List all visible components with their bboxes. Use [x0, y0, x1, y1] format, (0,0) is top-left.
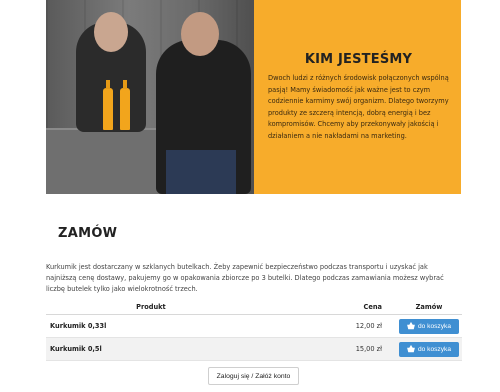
header-price: Cena — [255, 300, 396, 315]
login-register-button[interactable]: Zaloguj się / Załóż konto — [208, 367, 299, 385]
table-header-row: Produkt Cena Zamów — [46, 300, 462, 315]
product-price: 15,00 zł — [255, 337, 396, 361]
bottle-image — [103, 80, 113, 130]
order-description: Kurkumik jest dostarczany w szklanych bu… — [46, 263, 444, 293]
add-to-cart-label: do koszyka — [418, 322, 451, 330]
about-title: KIM JESTEŚMY — [304, 52, 413, 67]
page: KIM JESTEŚMY Dwoch ludzi z różnych środo… — [0, 0, 500, 392]
add-to-cart-label: do koszyka — [418, 345, 451, 353]
basket-icon — [407, 345, 415, 353]
about-text: Dwoch ludzi z różnych środowisk połączon… — [268, 74, 449, 140]
basket-icon — [407, 322, 415, 330]
product-table: Produkt Cena Zamów Kurkumik 0,33l 12,00 … — [46, 300, 462, 361]
about-section: KIM JESTEŚMY Dwoch ludzi z różnych środo… — [46, 0, 461, 194]
header-product: Produkt — [46, 300, 256, 315]
table-row: Kurkumik 0,5l 15,00 zł do koszyka — [46, 337, 462, 361]
product-price: 12,00 zł — [255, 314, 396, 338]
product-name: Kurkumik 0,5l — [46, 337, 256, 361]
add-to-cart-button[interactable]: do koszyka — [399, 341, 459, 357]
table-row: Kurkumik 0,33l 12,00 zł do koszyka — [46, 314, 462, 338]
header-order: Zamów — [396, 300, 462, 315]
add-to-cart-button[interactable]: do koszyka — [399, 318, 459, 334]
bottle-image — [120, 80, 130, 130]
product-name: Kurkumik 0,33l — [46, 314, 256, 338]
order-title: ZAMÓW — [58, 226, 118, 241]
about-panel: KIM JESTEŚMY Dwoch ludzi z różnych środo… — [254, 0, 461, 194]
founders-photo — [46, 0, 254, 194]
